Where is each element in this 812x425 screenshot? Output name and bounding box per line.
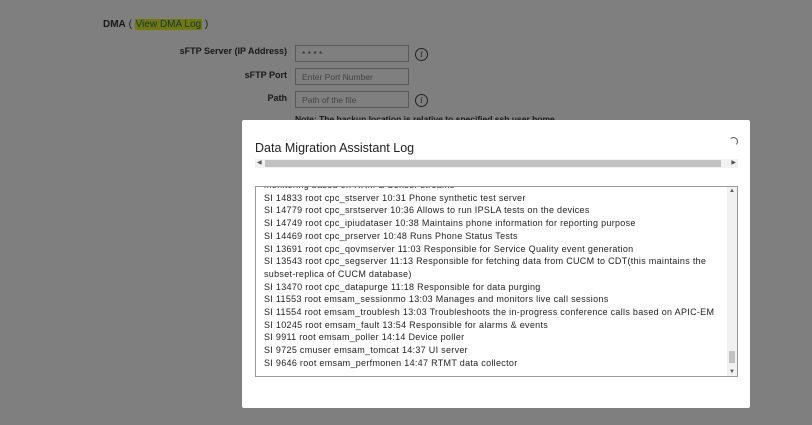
log-line: SI 14779 root cpc_srstserver 10:36 Allow…: [264, 205, 590, 216]
log-line: SI 9911 root emsam_poller 14:14 Device p…: [264, 332, 465, 343]
log-line: SI 13470 root cpc_datapurge 11:18 Respon…: [264, 281, 541, 292]
log-line: SI 14469 root cpc_prserver 10:48 Runs Ph…: [264, 230, 518, 241]
log-line: SI 13543 root cpc_segserver 11:13 Respon…: [264, 256, 707, 279]
log-line: SI 14749 root cpc_ipiudataser 10:38 Main…: [264, 218, 636, 229]
modal-title: Data Migration Assistant Log: [255, 141, 415, 155]
log-line: SI 13691 root cpc_qovmserver 11:03 Respo…: [264, 243, 634, 254]
log-line: SI 9646 root emsam_perfmonen 14:47 RTMT …: [264, 357, 518, 368]
log-line: SI 11554 root emsam_troublesh 13:03 Trou…: [264, 307, 715, 318]
log-line: SI 11553 root emsam_sessionmo 13:03 Mana…: [264, 294, 609, 305]
horizontal-scroll-thumb[interactable]: [265, 160, 721, 167]
log-content: monitoring based on RRM & Sensor streams…: [264, 187, 724, 370]
dma-log-modal: Data Migration Assistant Log ◀ ▶ monitor…: [242, 120, 750, 408]
loading-spinner-icon: [729, 137, 738, 146]
scroll-right-icon[interactable]: ▶: [731, 159, 736, 168]
horizontal-scrollbar[interactable]: ◀ ▶: [255, 159, 738, 168]
vertical-scroll-thumb[interactable]: [729, 351, 735, 363]
scroll-up-icon[interactable]: ▲: [729, 188, 735, 194]
log-line: SI 10245 root emsam_fault 13:54 Responsi…: [264, 319, 549, 330]
log-text-area[interactable]: monitoring based on RRM & Sensor streams…: [255, 186, 738, 377]
log-line: SI 9725 cmuser emsam_tomcat 14:37 UI ser…: [264, 345, 468, 356]
scroll-left-icon[interactable]: ◀: [257, 159, 262, 168]
scroll-down-icon[interactable]: ▼: [729, 369, 735, 375]
vertical-scrollbar[interactable]: ▲ ▼: [727, 187, 737, 376]
log-line: SI 14833 root cpc_stserver 10:31 Phone s…: [264, 192, 526, 203]
